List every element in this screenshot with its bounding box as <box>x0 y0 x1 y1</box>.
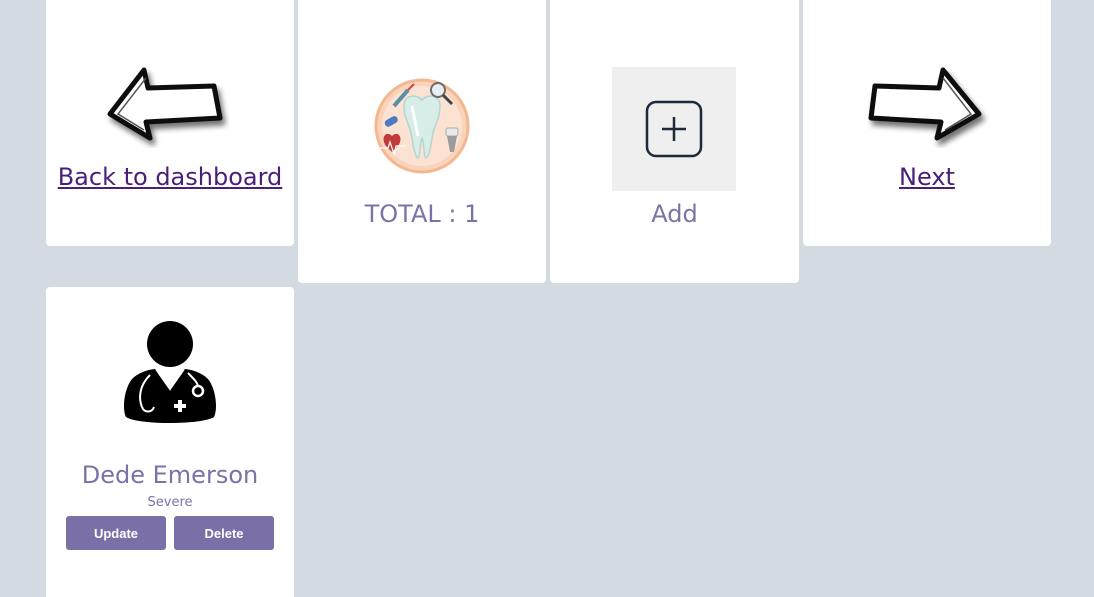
update-button[interactable]: Update <box>66 516 166 550</box>
next-link[interactable]: Next <box>803 163 1051 191</box>
plus-square-icon <box>645 100 703 158</box>
doctor-avatar-icon <box>124 321 216 423</box>
tooth-icon <box>374 78 470 174</box>
total-card: TOTAL : 1 <box>298 0 546 283</box>
patient-name: Dede Emerson <box>81 461 259 489</box>
back-to-dashboard-link[interactable]: Back to dashboard <box>46 163 294 191</box>
total-count: TOTAL : 1 <box>364 200 480 228</box>
delete-button[interactable]: Delete <box>174 516 274 550</box>
add-card: Add <box>550 0 799 283</box>
arrow-left-icon[interactable] <box>102 64 230 148</box>
patient-status: Severe <box>147 495 193 510</box>
arrow-right-icon[interactable] <box>867 64 995 148</box>
add-label[interactable]: Add <box>550 200 799 228</box>
back-card: Back to dashboard <box>46 0 294 246</box>
patient-card: Dede Emerson Severe Update Delete <box>46 287 294 597</box>
add-button[interactable] <box>612 67 736 191</box>
next-card: Next <box>803 0 1051 246</box>
